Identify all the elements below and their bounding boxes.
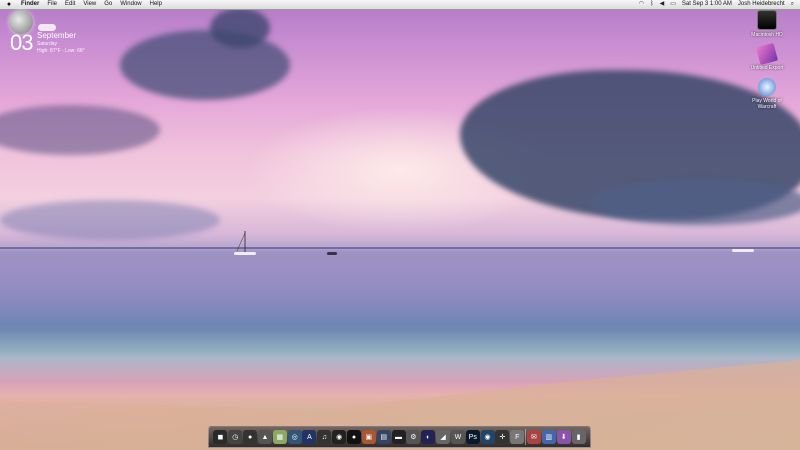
mail-icon[interactable]: ✉ [526, 430, 541, 444]
system-prefs-icon[interactable]: ⚙ [406, 430, 421, 444]
camera-icon[interactable]: ◉ [332, 430, 347, 444]
terminal-icon[interactable]: ▬ [391, 430, 406, 444]
downloads-icon[interactable]: ⬇ [556, 430, 571, 444]
activity-icon[interactable]: ● [243, 430, 258, 444]
dictionary-icon[interactable]: ▤ [376, 430, 391, 444]
font-book-icon[interactable]: F [510, 430, 525, 444]
spaceship-icon[interactable]: ▲ [257, 430, 272, 444]
menu-edit[interactable]: Edit [65, 0, 75, 9]
pages-icon[interactable]: ◢ [436, 430, 451, 444]
weather-temperature: High: 87°F - Low: 68° [37, 48, 85, 54]
desktop-icon-macintosh-hd[interactable]: Macintosh HD [737, 10, 797, 38]
photoshop-icon[interactable]: Ps [465, 430, 480, 444]
menu-finder[interactable]: Finder [21, 0, 39, 9]
cloud [590, 180, 800, 225]
desktop-icon-label: Untitled Export [750, 65, 784, 71]
cloud [0, 200, 220, 240]
menu-view[interactable]: View [83, 0, 96, 9]
hard-drive-icon [757, 10, 777, 30]
desktop-wallpaper [0, 0, 800, 450]
disc-icon[interactable]: ◉ [480, 430, 495, 444]
trash-icon[interactable]: ▮ [571, 430, 586, 444]
cloud [210, 8, 270, 48]
menu-bar: ● Finder File Edit View Go Window Help ◠… [0, 0, 800, 10]
orb-icon[interactable]: ● [347, 430, 362, 444]
wordpress-icon[interactable]: W [450, 430, 465, 444]
safari-icon[interactable]: ◎ [287, 430, 302, 444]
app-store-icon[interactable]: A [302, 430, 317, 444]
dock: ◼ ◷ ● ▲ ▦ ◎ A ♫ ◉ ● ▣ ▤ ▬ ⚙ ◐ ◢ W Ps ◉ ✛ F ✉ ▥ ⬇ ▮ [208, 426, 591, 448]
itunes-icon[interactable]: ♫ [317, 430, 332, 444]
finder-icon[interactable]: ◼ [213, 430, 228, 444]
dock-separator [525, 429, 527, 445]
crosshair-icon[interactable]: ✛ [495, 430, 510, 444]
warcraft-icon [758, 78, 776, 96]
menu-go[interactable]: Go [104, 0, 112, 9]
boat [327, 252, 337, 255]
export-icon [755, 42, 779, 66]
photos-icon[interactable]: ▦ [272, 430, 287, 444]
desktop-icon-untitled-export[interactable]: Untitled Export [737, 42, 797, 71]
bluetooth-icon[interactable]: ᛒ [650, 0, 654, 9]
clock-icon[interactable]: ◷ [228, 430, 243, 444]
cloud [0, 105, 160, 155]
desktop-icon-label: Macintosh HD [751, 32, 783, 38]
weather-weekday: Saturday [37, 41, 58, 47]
horizon [0, 247, 800, 249]
spotlight-icon[interactable]: ⌕ [791, 0, 794, 9]
documents-icon[interactable]: ▥ [541, 430, 556, 444]
sailboat-icon [234, 231, 256, 255]
desktop-icon-label: Warcraft [757, 104, 777, 110]
weather-month: September [37, 31, 77, 40]
battery-icon[interactable]: ▭ [670, 0, 676, 9]
weather-day: 03 [10, 30, 34, 55]
apple-icon[interactable]: ● [5, 0, 13, 9]
preview-icon[interactable]: ▣ [361, 430, 376, 444]
cloud-icon [38, 24, 56, 31]
status-menus: ◠ ᛒ ◀ ▭ Sat Sep 3 1:00 AM Josh Heidebrec… [639, 0, 794, 9]
menu-help[interactable]: Help [150, 0, 162, 9]
desktop-icon-warcraft[interactable]: Play World of Warcraft [737, 78, 797, 110]
chrome-icon[interactable]: ◐ [421, 430, 436, 444]
wifi-icon[interactable]: ◠ [639, 0, 644, 9]
menu-file[interactable]: File [47, 0, 57, 9]
cloud [120, 30, 290, 100]
menu-clock[interactable]: Sat Sep 3 1:00 AM [682, 0, 732, 9]
boat [732, 249, 754, 252]
user-menu[interactable]: Josh Heidebrecht [738, 0, 785, 9]
volume-icon[interactable]: ◀ [660, 0, 665, 9]
menu-window[interactable]: Window [120, 0, 141, 9]
